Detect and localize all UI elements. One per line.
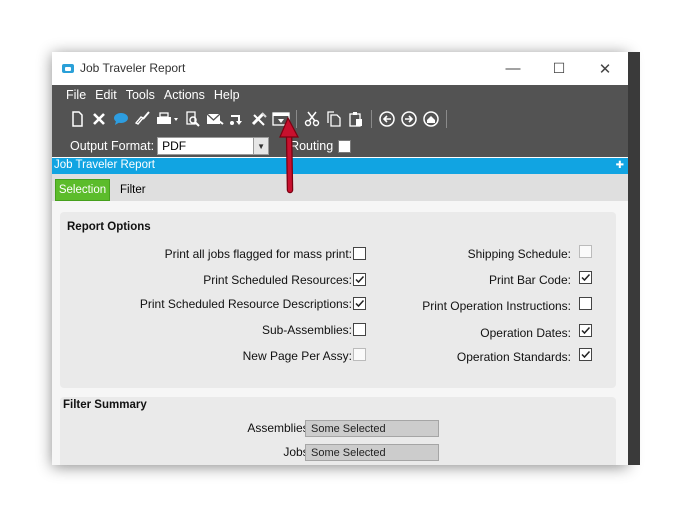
annotation-arrow: [279, 116, 299, 194]
